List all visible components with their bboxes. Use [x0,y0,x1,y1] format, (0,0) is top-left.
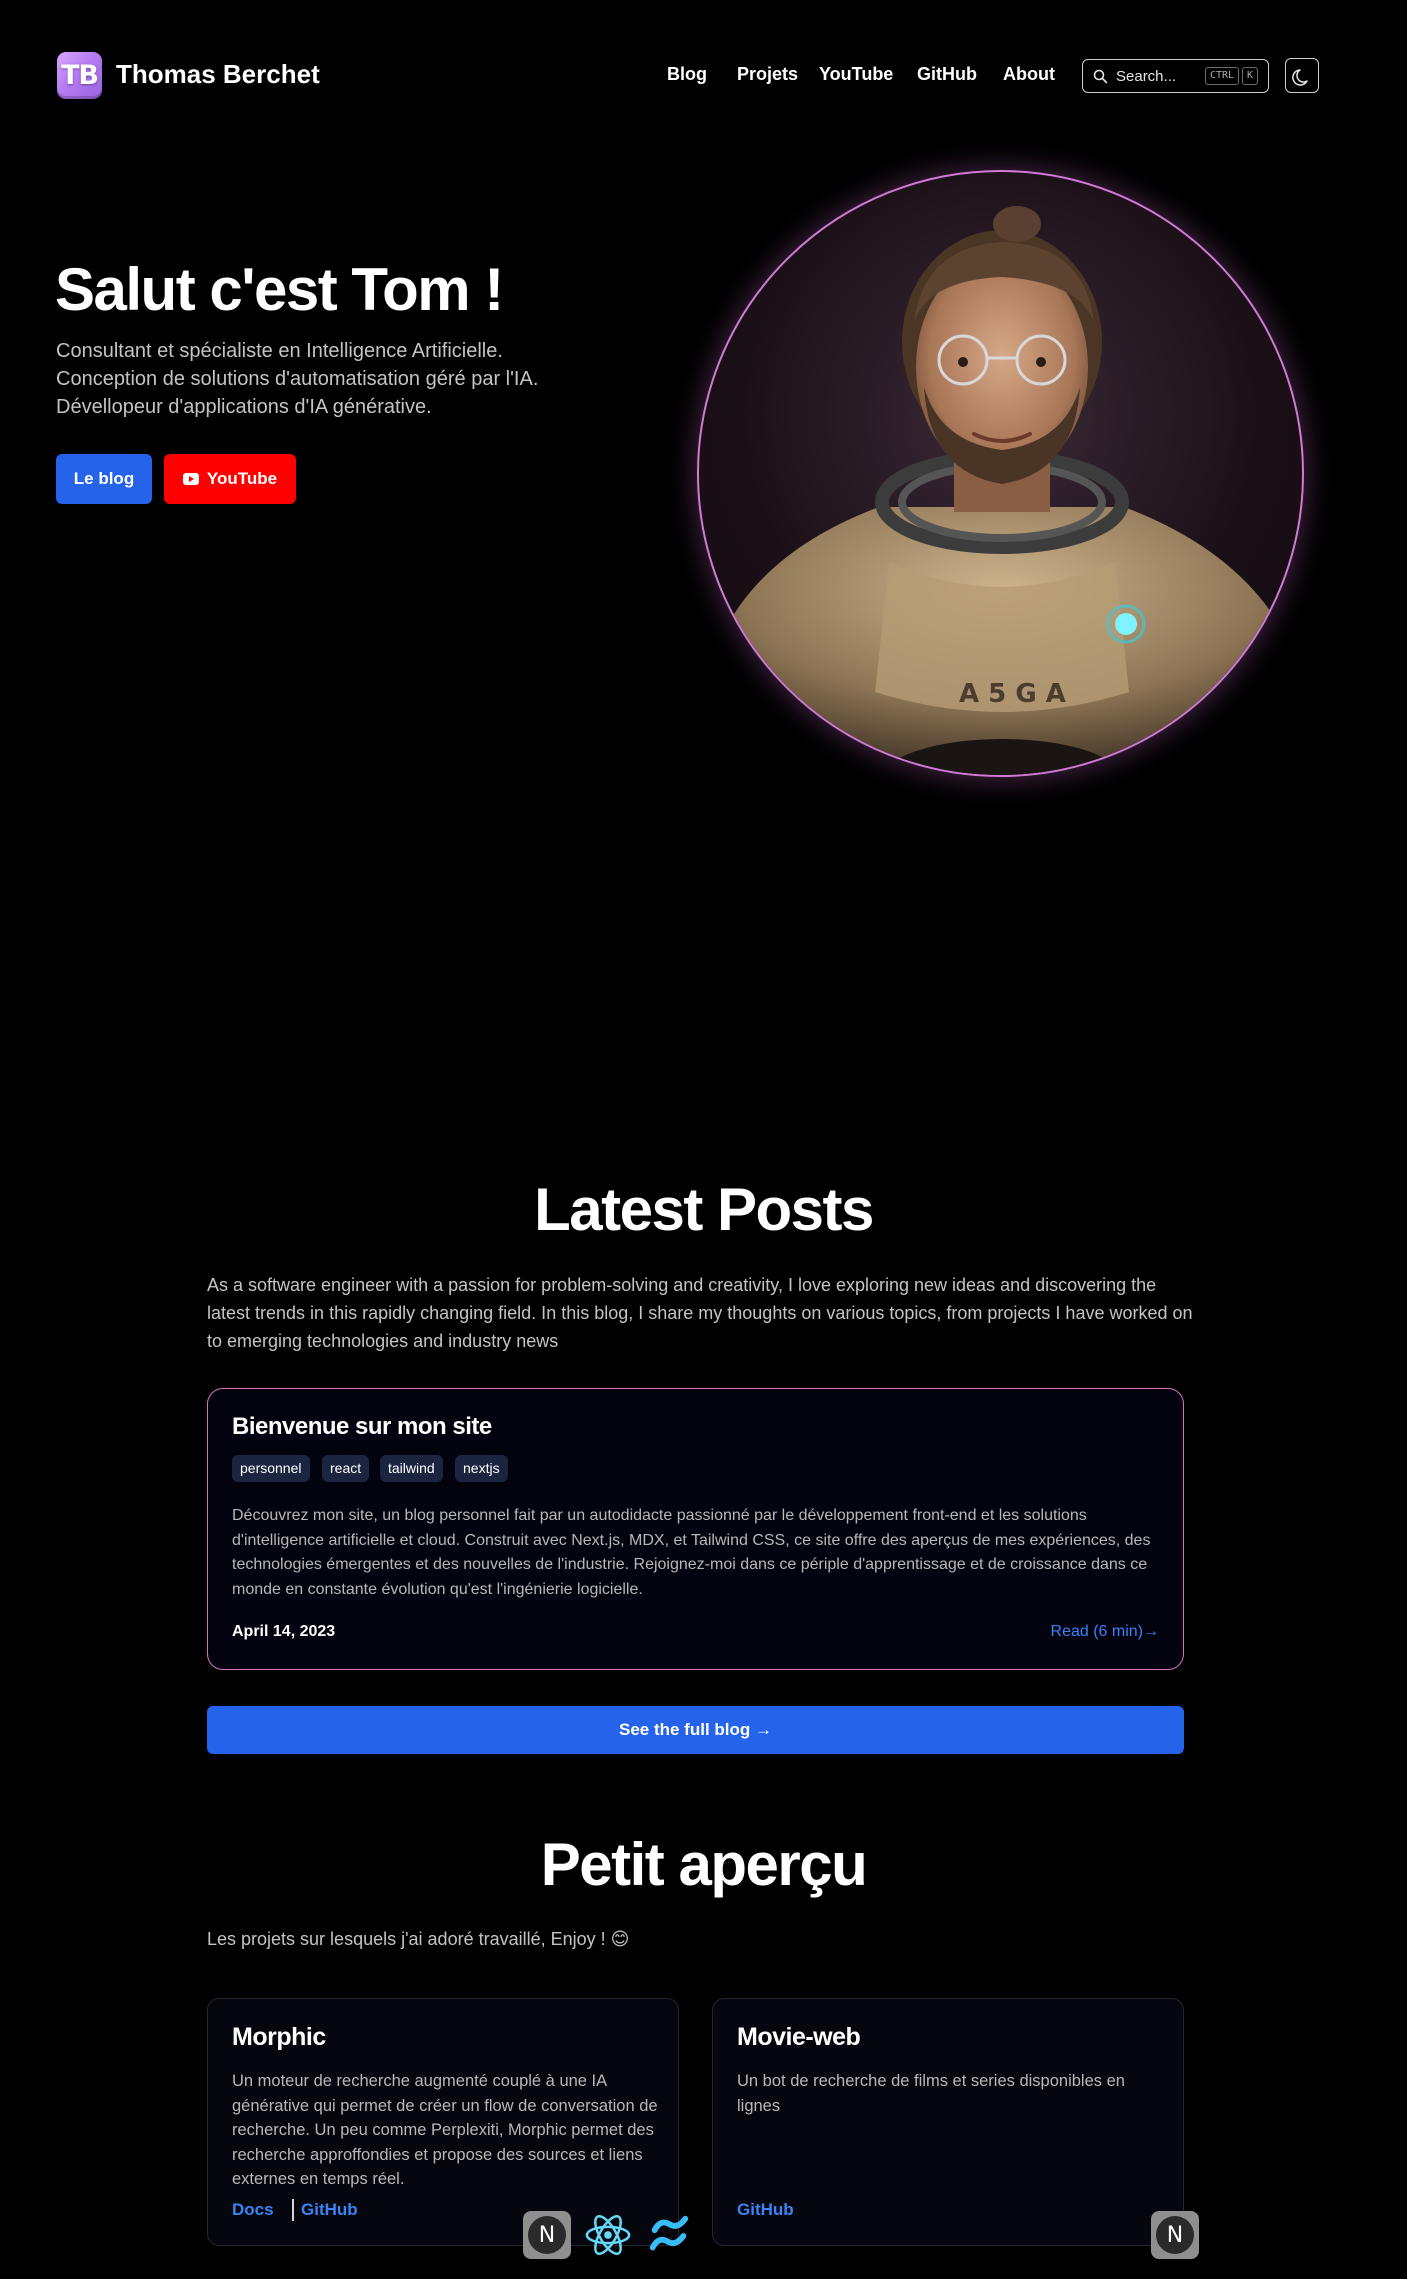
project-title: Movie-web [737,2023,861,2051]
nav-blog[interactable]: Blog [667,64,707,85]
link-separator [292,2199,294,2221]
nav-github[interactable]: GitHub [917,64,977,85]
logo-text: TB [61,60,99,91]
avatar-illustration: A 5 G A [699,206,1302,775]
project-docs-link[interactable]: Docs [232,2200,274,2220]
tag-nextjs[interactable]: nextjs [455,1455,508,1482]
youtube-button[interactable]: YouTube [164,454,296,504]
theme-toggle-button[interactable] [1285,58,1319,93]
nextjs-icon: N [1151,2211,1199,2259]
site-header: TB Thomas Berchet Blog Projets YouTube G… [0,0,1407,150]
latest-posts-intro: As a software engineer with a passion fo… [207,1275,1193,1351]
svg-text:A 5 G A: A 5 G A [959,679,1066,709]
tag-react[interactable]: react [322,1455,370,1482]
moon-icon [1292,68,1308,86]
nextjs-icon: N [523,2211,571,2259]
nav-youtube[interactable]: YouTube [819,64,893,85]
project-title: Morphic [232,2023,326,2051]
project-github-link[interactable]: GitHub [301,2200,358,2220]
project-card-movie-web: Movie-web Un bot de recherche de films e… [712,1998,1184,2246]
youtube-icon [182,473,199,485]
react-icon [584,2211,632,2259]
project-card-morphic: Morphic Un moteur de recherche augmenté … [207,1998,679,2246]
avatar: A 5 G A [697,170,1304,777]
search-icon [1093,69,1108,84]
nav-about[interactable]: About [1003,64,1055,85]
shortcut-ctrl-key: CTRL [1205,67,1240,85]
post-read-link[interactable]: Read (6 min)→ [1051,1623,1159,1641]
search-placeholder: Search... [1116,68,1177,85]
hero-line-1: Consultant et spécialiste en Intelligenc… [56,340,503,362]
nav-projets[interactable]: Projets [737,64,798,85]
project-github-link[interactable]: GitHub [737,2200,794,2220]
latest-posts-title: Latest Posts [534,1176,874,1243]
tag-tailwind[interactable]: tailwind [380,1455,443,1482]
tag-personnel[interactable]: personnel [232,1455,310,1482]
post-date: April 14, 2023 [232,1623,336,1640]
blog-button[interactable]: Le blog [56,454,152,504]
hero-line-2: Conception de solutions d'automatisation… [56,368,539,390]
site-title[interactable]: Thomas Berchet [116,59,320,90]
post-title[interactable]: Bienvenue sur mon site [232,1413,492,1441]
shortcut-k-key: K [1242,67,1259,85]
hero-line-3: Dévellopeur d'applications d'IA générati… [56,396,432,418]
projects-title: Petit aperçu [540,1831,868,1898]
site-logo[interactable]: TB [57,52,102,99]
tailwind-icon [645,2211,693,2259]
hero-title: Salut c'est Tom ! [55,256,504,323]
full-blog-button[interactable]: See the full blog → [207,1706,1184,1754]
project-description: Un moteur de recherche augmenté couplé à… [232,2072,658,2188]
youtube-button-label: YouTube [206,469,278,488]
projects-intro: Les projets sur lesquels j'ai adoré trav… [207,1929,630,1949]
post-card[interactable]: Bienvenue sur mon site personnel react t… [207,1388,1184,1670]
project-description: Un bot de recherche de films et series d… [737,2072,1125,2115]
search-input[interactable]: Search... CTRL K [1082,59,1269,93]
post-summary: Découvrez mon site, un blog personnel fa… [232,1507,1151,1598]
